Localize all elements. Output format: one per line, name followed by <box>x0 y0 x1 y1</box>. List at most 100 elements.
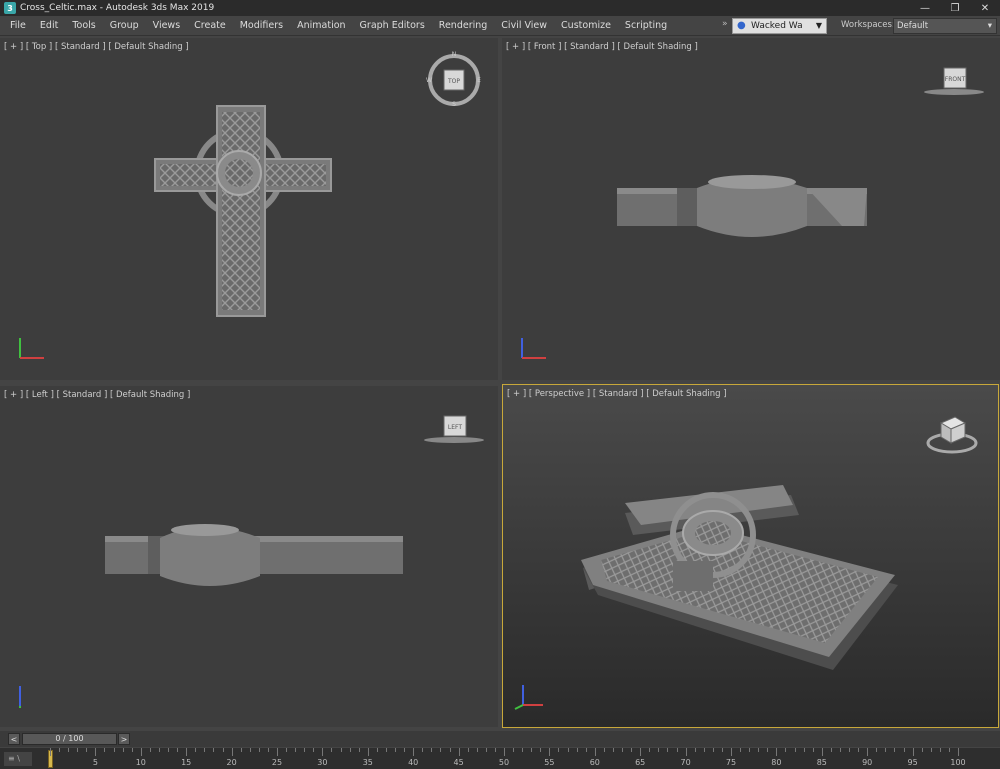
trackbar-tick <box>540 748 542 752</box>
trackbar-tick-label: 35 <box>362 758 373 767</box>
trackbar-tick <box>122 748 124 752</box>
trackbar-tick-label: 60 <box>589 758 600 767</box>
trackbar-tick <box>231 748 233 756</box>
trackbar-tick <box>703 748 705 752</box>
axis-gizmo <box>19 686 21 708</box>
trackbar-tick <box>140 748 142 756</box>
trackbar-tick <box>331 748 333 752</box>
trackbar-tick <box>839 748 841 752</box>
menu-file[interactable]: File <box>0 20 33 31</box>
viewcube[interactable]: FRONT <box>920 64 984 100</box>
workspace-dropdown[interactable]: Default ▾ <box>893 18 997 34</box>
trackbar-tick <box>731 748 732 756</box>
trackbar-tick <box>585 748 587 752</box>
menu-rendering[interactable]: Rendering <box>432 20 495 31</box>
trackbar-tick <box>558 748 560 752</box>
trackbar-tick <box>939 748 941 752</box>
trackbar-tick <box>104 748 106 752</box>
trackbar-tick <box>812 748 814 752</box>
trackbar-tick <box>930 748 932 752</box>
frame-indicator[interactable]: 0 / 100 <box>22 733 117 745</box>
svg-text:N: N <box>452 51 457 58</box>
menu-customize[interactable]: Customize <box>554 20 618 31</box>
axis-gizmo <box>514 685 543 710</box>
trackbar-tick <box>476 748 478 752</box>
chevron-down-icon: ▾ <box>987 21 992 31</box>
chevron-down-icon: ▼ <box>815 21 822 30</box>
trackbar-tick <box>186 748 188 756</box>
trackbar-tick <box>467 748 469 752</box>
trackbar-tick <box>168 748 170 752</box>
menu-group[interactable]: Group <box>103 20 146 31</box>
trackbar-tick <box>313 748 315 752</box>
viewcube[interactable]: LEFT <box>420 412 484 448</box>
window-title: Cross_Celtic.max - Autodesk 3ds Max 2019 <box>20 3 215 13</box>
menu-civil-view[interactable]: Civil View <box>494 20 554 31</box>
prev-frame-button[interactable]: < <box>8 733 20 745</box>
trackbar-tick <box>912 748 914 756</box>
trackbar-tick <box>567 748 569 752</box>
trackbar-tick <box>785 748 787 752</box>
menu-edit[interactable]: Edit <box>33 20 65 31</box>
trackbar-tick <box>658 748 660 752</box>
user-icon: ● <box>737 20 746 31</box>
viewport-front[interactable]: [ + ] [ Front ] [ Standard ] [ Default S… <box>502 38 1000 380</box>
trackbar-tick <box>858 748 860 752</box>
trackbar-tick <box>549 748 551 756</box>
trackbar-tick <box>867 748 869 756</box>
menu-graph-editors[interactable]: Graph Editors <box>353 20 432 31</box>
menu-views[interactable]: Views <box>146 20 188 31</box>
trackbar-tick-label: 40 <box>408 758 419 767</box>
viewport-left[interactable]: [ + ] [ Left ] [ Standard ] [ Default Sh… <box>0 386 498 727</box>
menu-modifiers[interactable]: Modifiers <box>233 20 290 31</box>
trackbar-tick <box>921 748 923 752</box>
trackbar-tick <box>849 748 851 752</box>
next-frame-button[interactable]: > <box>118 733 130 745</box>
workspaces-label: Workspaces: <box>841 20 895 30</box>
trackbar-tick-label: 25 <box>271 758 283 767</box>
trackbar-menu-button[interactable]: ≡ \ <box>4 752 32 766</box>
trackbar-tick <box>86 748 88 752</box>
viewcube[interactable] <box>925 409 979 459</box>
trackbar-tick <box>240 748 242 752</box>
trackbar-tick <box>440 748 442 752</box>
celtic-cross-top-view[interactable] <box>0 38 498 380</box>
restore-button[interactable]: ❐ <box>940 0 970 16</box>
menu-scripting[interactable]: Scripting <box>618 20 674 31</box>
trackbar-tick <box>758 748 760 752</box>
trackbar-tick <box>131 748 133 752</box>
user-account-dropdown[interactable]: ● Wacked Wa ▼ <box>732 18 827 34</box>
axis-gizmo <box>521 338 546 359</box>
menu-tools[interactable]: Tools <box>65 20 102 31</box>
trackbar-tick <box>631 748 633 752</box>
minimize-button[interactable]: — <box>910 0 940 16</box>
axis-gizmo <box>19 338 44 359</box>
trackbar-tick <box>422 748 424 752</box>
trackbar-tick <box>776 748 778 756</box>
menu-animation[interactable]: Animation <box>290 20 352 31</box>
trackbar-tick <box>667 748 669 752</box>
trackbar-tick <box>177 748 179 752</box>
viewport-perspective[interactable]: [ + ] [ Perspective ] [ Standard ] [ Def… <box>502 384 999 728</box>
trackbar-tick-label: 30 <box>317 758 328 767</box>
trackbar-tick <box>95 748 97 756</box>
svg-text:LEFT: LEFT <box>448 424 462 431</box>
trackbar-tick <box>404 748 406 752</box>
trackbar-tick <box>894 748 896 752</box>
track-bar[interactable]: ≡ \ 5 10 15 20 25 30 35 40 45 50 55 60 65 70 75 80 85 90 9… <box>0 748 1000 769</box>
app-window: 3 Cross_Celtic.max - Autodesk 3ds Max 20… <box>0 0 1000 769</box>
menu-create[interactable]: Create <box>187 20 233 31</box>
trackbar-tick <box>213 748 215 752</box>
time-slider[interactable]: < 0 / 100 > <box>0 731 1000 747</box>
trackbar-tick <box>367 748 369 756</box>
viewcube-compass[interactable]: TOP N E S W <box>426 50 482 106</box>
menu-overflow-icon[interactable]: » <box>722 19 728 29</box>
trackbar-tick-label: 20 <box>226 758 237 767</box>
trackbar-tick <box>712 748 714 752</box>
viewport-top[interactable]: [ + ] [ Top ] [ Standard ] [ Default Sha… <box>0 38 498 380</box>
trackbar-tick <box>522 748 524 752</box>
close-button[interactable]: ✕ <box>970 0 1000 16</box>
trackbar-tick-label: 55 <box>544 758 555 767</box>
trackbar-tick <box>876 748 878 752</box>
trackbar-tick <box>531 748 533 752</box>
